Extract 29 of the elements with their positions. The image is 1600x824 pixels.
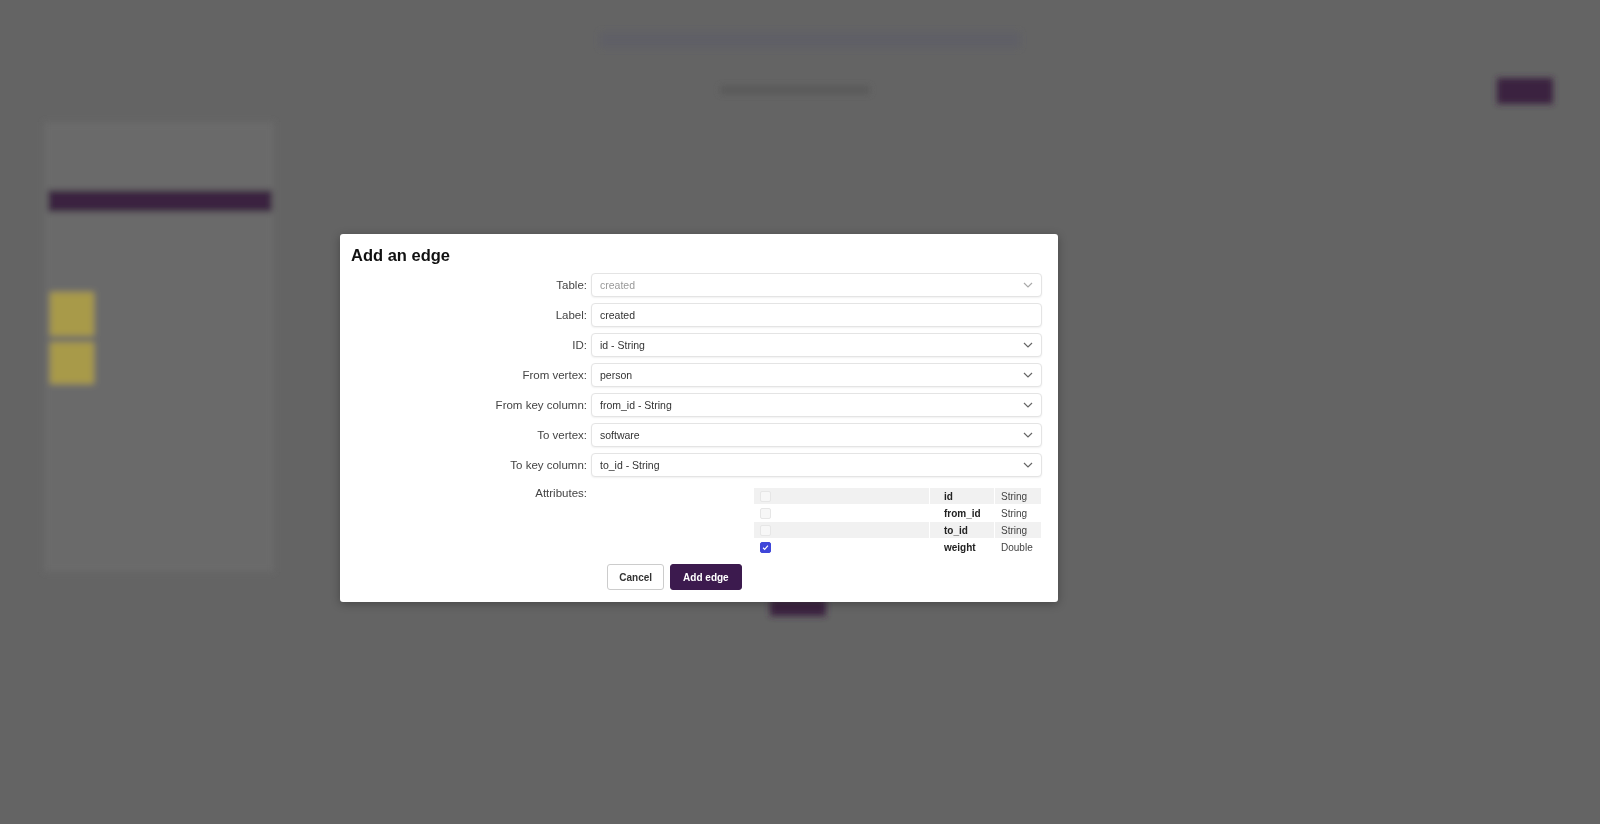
add-edge-button[interactable]: Add edge <box>670 564 742 590</box>
dropdown-select[interactable]: person <box>591 363 1042 387</box>
text-input-field[interactable]: created <box>591 303 1042 327</box>
dropdown-select[interactable]: to_id - String <box>591 453 1042 477</box>
chevron-down-icon <box>1023 462 1033 468</box>
field-label: From vertex: <box>522 369 587 381</box>
attribute-name: from_id <box>929 504 995 522</box>
attribute-name: weight <box>929 538 995 556</box>
cancel-button[interactable]: Cancel <box>607 564 665 590</box>
dropdown-select[interactable]: id - String <box>591 333 1042 357</box>
dialog-title: Add an edge <box>351 246 451 265</box>
field-label: From key column: <box>495 399 587 411</box>
dropdown-select[interactable]: software <box>591 423 1042 447</box>
field-label: To vertex: <box>537 429 587 441</box>
field-label: ID: <box>572 339 587 351</box>
chevron-down-icon <box>1023 282 1033 288</box>
dropdown-select[interactable]: from_id - String <box>591 393 1042 417</box>
field-label: To key column: <box>510 459 587 471</box>
attribute-type: String <box>994 487 1042 505</box>
chevron-down-icon <box>1023 342 1033 348</box>
attribute-name: id <box>929 487 995 505</box>
attribute-type: String <box>994 504 1042 522</box>
chevron-down-icon <box>1023 402 1033 408</box>
field-label: Label: <box>555 309 587 321</box>
checkbox[interactable] <box>760 541 771 553</box>
chevron-down-icon <box>1023 432 1033 438</box>
attributes-label: Attributes: <box>535 487 587 501</box>
chevron-down-icon <box>1023 372 1033 378</box>
field-label: Table: <box>556 279 587 291</box>
